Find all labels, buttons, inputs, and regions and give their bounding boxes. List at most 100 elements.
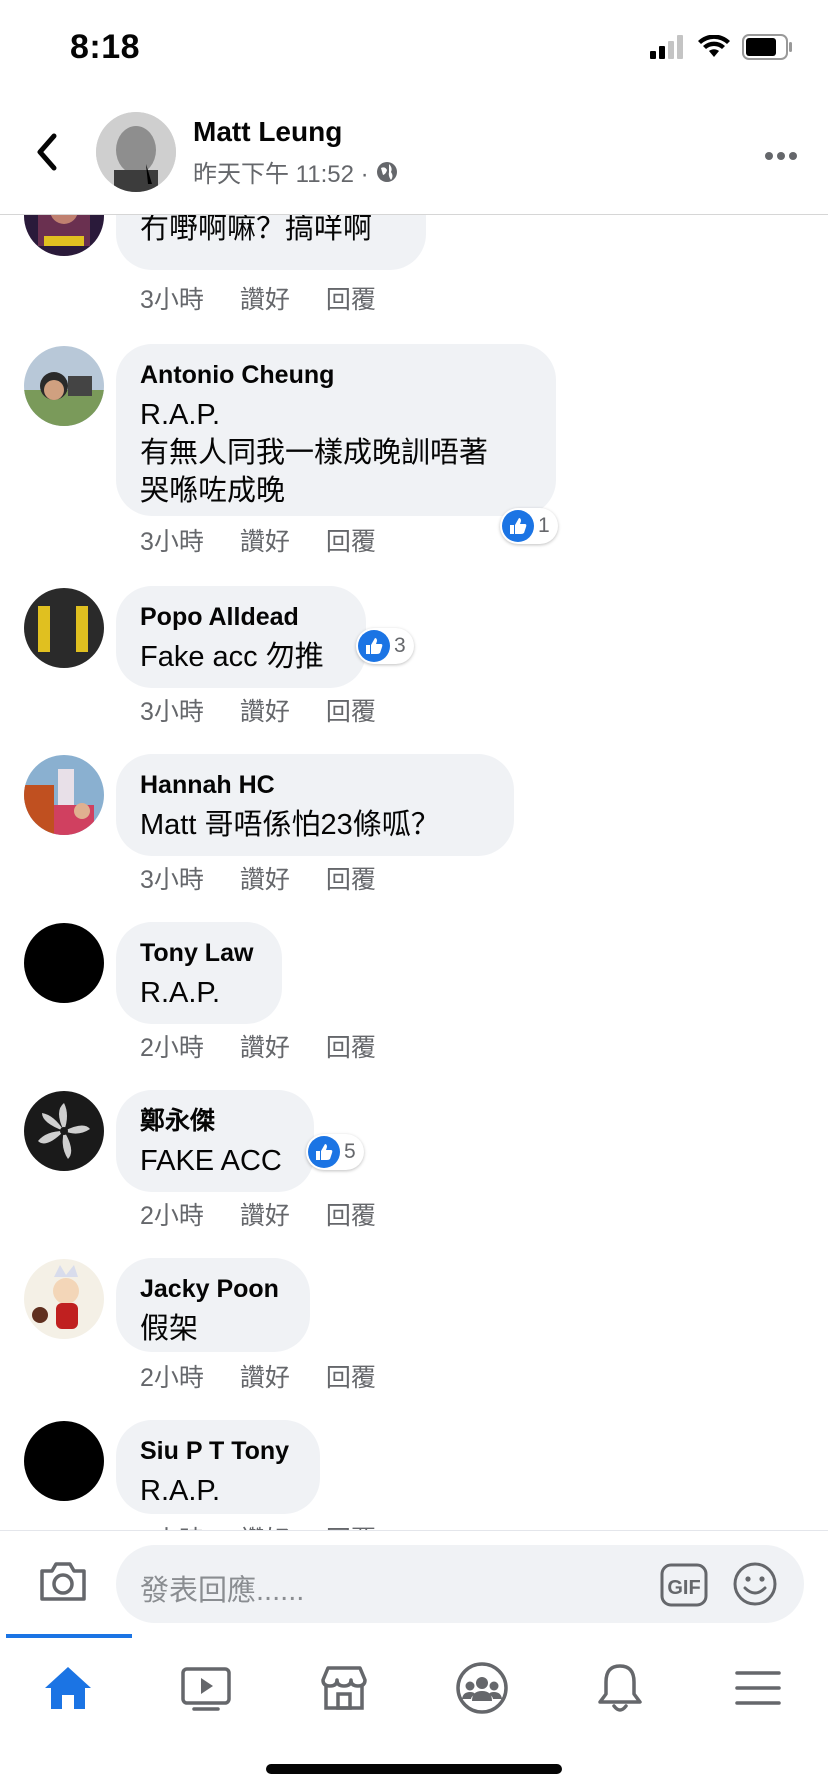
video-icon — [181, 1667, 231, 1711]
like-reaction-icon — [502, 510, 534, 542]
menu-icon — [735, 1671, 781, 1705]
comment-actions: 3小時 讚好 回覆 — [140, 860, 412, 896]
comment-input[interactable]: 發表回應...... GIF — [116, 1545, 804, 1623]
tab-notifications[interactable] — [580, 1656, 660, 1720]
comment-time: 2小時 — [140, 1034, 204, 1062]
comment-bubble[interactable]: Popo Alldead Fake acc 勿推 — [116, 586, 366, 688]
comment-time: 2小時 — [140, 1520, 204, 1530]
comment-time: 3小時 — [140, 698, 204, 726]
like-link[interactable]: 讚好 — [240, 1358, 290, 1394]
status-bar: 8:18 — [0, 0, 828, 100]
comment-text: Matt 哥唔係怕23條呱？ — [140, 809, 440, 841]
comment-composer: 發表回應...... GIF — [0, 1530, 828, 1635]
reply-link[interactable]: 回覆 — [326, 1028, 376, 1064]
like-link[interactable]: 讚好 — [240, 280, 290, 316]
like-link[interactable]: 讚好 — [240, 1196, 290, 1232]
comment-actions: 2小時 讚好 回覆 — [140, 1196, 412, 1232]
gif-icon: GIF — [660, 1563, 708, 1607]
tab-menu[interactable] — [718, 1656, 798, 1720]
reply-link[interactable]: 回覆 — [326, 522, 376, 558]
commenter-name[interactable]: Hannah HC — [140, 770, 490, 800]
gif-button[interactable]: GIF — [660, 1563, 708, 1612]
active-tab-indicator — [6, 1634, 132, 1638]
author-name[interactable]: Matt Leung — [193, 116, 342, 148]
comment-text: FAKE ACC — [140, 1145, 282, 1177]
post-header: Matt Leung 昨天下午 11:52 · — [0, 100, 828, 215]
tab-video[interactable] — [166, 1656, 246, 1720]
svg-text:GIF: GIF — [667, 1577, 700, 1599]
commenter-avatar[interactable] — [24, 755, 104, 835]
comments-feed[interactable]: 艾莉 冇嘢啊嘛？搞咩啊 3小時 讚好 回覆 Antonio Cheung R.A… — [0, 214, 828, 1530]
camera-icon — [40, 1562, 86, 1601]
like-link[interactable]: 讚好 — [240, 692, 290, 728]
smiley-icon — [733, 1562, 777, 1606]
comment-text: 冇嘢啊嘛？搞咩啊 — [140, 214, 373, 245]
post-meta: 昨天下午 11:52 · — [193, 154, 399, 189]
like-link[interactable]: 讚好 — [240, 860, 290, 896]
comment-text: R.A.P. — [140, 1475, 221, 1507]
comment-bubble[interactable]: Hannah HC Matt 哥唔係怕23條呱？ — [116, 754, 514, 856]
status-time: 8:18 — [70, 28, 141, 66]
comment-bubble[interactable]: Antonio Cheung R.A.P. 有無人同我一樣成晚訓唔著 哭喺咗成晚 — [116, 344, 556, 516]
reply-link[interactable]: 回覆 — [326, 1196, 376, 1232]
like-link[interactable]: 讚好 — [240, 522, 290, 558]
reaction-number: 1 — [538, 514, 550, 537]
commenter-name[interactable]: Tony Law — [140, 938, 258, 968]
comment-actions: 2小時 讚好 回覆 — [140, 1520, 412, 1530]
commenter-name[interactable]: Jacky Poon — [140, 1274, 286, 1304]
author-avatar[interactable] — [96, 112, 176, 192]
comment-bubble[interactable]: 鄭永傑 FAKE ACC — [116, 1090, 314, 1192]
commenter-avatar[interactable] — [24, 1259, 104, 1339]
reply-link[interactable]: 回覆 — [326, 280, 376, 316]
comment-actions: 3小時 讚好 回覆 — [140, 522, 412, 558]
commenter-name[interactable]: 鄭永傑 — [140, 1106, 290, 1136]
commenter-avatar[interactable] — [24, 588, 104, 668]
commenter-name[interactable]: Popo Alldead — [140, 602, 342, 632]
groups-icon — [456, 1662, 508, 1714]
back-button[interactable] — [30, 130, 64, 179]
reaction-count[interactable]: 1 — [500, 508, 558, 544]
like-reaction-icon — [358, 630, 390, 662]
signal-icon — [650, 35, 683, 59]
like-reaction-icon — [308, 1136, 340, 1168]
home-indicator[interactable] — [266, 1764, 562, 1774]
commenter-name[interactable]: Antonio Cheung — [140, 360, 532, 390]
like-link[interactable]: 讚好 — [240, 1028, 290, 1064]
commenter-avatar[interactable] — [24, 346, 104, 426]
reaction-number: 5 — [344, 1140, 356, 1163]
like-link[interactable]: 讚好 — [240, 1520, 290, 1530]
comment-text: 哭喺咗成晚 — [140, 475, 286, 507]
emoji-button[interactable] — [732, 1561, 778, 1612]
commenter-avatar[interactable] — [24, 1421, 104, 1501]
comment-bubble[interactable]: Jacky Poon 假架 — [116, 1258, 310, 1352]
comment-bubble[interactable]: 艾莉 冇嘢啊嘛？搞咩啊 — [116, 214, 426, 270]
commenter-avatar[interactable] — [24, 923, 104, 1003]
more-button[interactable] — [764, 148, 798, 166]
comment-actions: 2小時 讚好 回覆 — [140, 1358, 412, 1394]
reaction-count[interactable]: 3 — [356, 628, 414, 664]
reaction-count[interactable]: 5 — [306, 1134, 364, 1170]
tab-marketplace[interactable] — [304, 1656, 384, 1720]
tab-home[interactable] — [28, 1656, 108, 1720]
reply-link[interactable]: 回覆 — [326, 1358, 376, 1394]
comment-bubble[interactable]: Tony Law R.A.P. — [116, 922, 282, 1024]
comment-bubble[interactable]: Siu P T Tony R.A.P. — [116, 1420, 320, 1514]
chevron-left-icon — [37, 133, 57, 171]
comment-placeholder: 發表回應...... — [140, 1575, 305, 1607]
status-icons — [650, 34, 794, 60]
comment-time: 2小時 — [140, 1364, 204, 1392]
camera-button[interactable] — [38, 1559, 88, 1608]
commenter-avatar[interactable] — [24, 214, 104, 256]
battery-icon — [742, 34, 792, 60]
reply-link[interactable]: 回覆 — [326, 1520, 376, 1530]
tab-groups[interactable] — [442, 1656, 522, 1720]
reply-link[interactable]: 回覆 — [326, 860, 376, 896]
wifi-icon — [698, 35, 730, 57]
commenter-name[interactable]: Siu P T Tony — [140, 1436, 296, 1466]
comment-time: 3小時 — [140, 528, 204, 556]
commenter-avatar[interactable] — [24, 1091, 104, 1171]
comment-text: 假架 — [140, 1313, 199, 1345]
reply-link[interactable]: 回覆 — [326, 692, 376, 728]
home-icon — [45, 1667, 91, 1709]
globe-icon — [376, 161, 397, 182]
